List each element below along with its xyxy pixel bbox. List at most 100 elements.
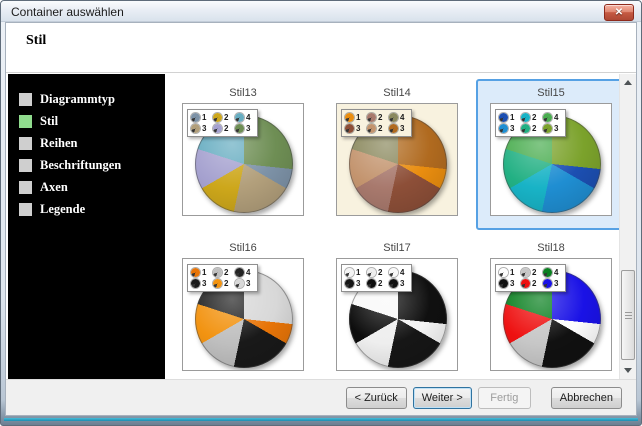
scrollbar-down-button[interactable] [620,362,636,379]
legend-value: 4 [246,268,250,277]
arrow-up-icon [624,80,632,85]
legend-entry: 4 [543,268,562,277]
legend-entry: 3 [191,124,210,133]
finish-button[interactable]: Fertig [478,387,531,409]
pie-slice-icon [191,279,200,288]
legend-entry: 3 [235,124,254,133]
legend-value: 2 [532,124,536,133]
legend-value: 3 [356,279,360,288]
legend-entry: 3 [389,124,408,133]
legend-value: 2 [532,113,536,122]
sidebar-item-legende[interactable]: Legende [8,198,165,220]
legend-entry: 3 [543,279,562,288]
inactive-step-icon [19,137,32,150]
pie-slice-icon [521,124,530,133]
pie-slice-icon [213,124,222,133]
style-tile-stil16[interactable]: Stil16124323 [168,234,318,379]
pie-slice-icon [499,279,508,288]
next-button[interactable]: Weiter > [413,387,472,409]
legend-entry: 2 [367,268,386,277]
pie-slice-icon [213,279,222,288]
pie-slice-icon [191,268,200,277]
style-gallery: Stil13124323Stil14124323Stil15124323 Sti… [165,74,619,379]
style-tile-stil15[interactable]: Stil15124323 [476,79,619,230]
pie-slice-icon [499,124,508,133]
chart-preview: 124323 [182,103,304,216]
title-bar[interactable]: Container auswählen ✕ [1,1,641,22]
legend-value: 3 [246,279,250,288]
sidebar-item-reihen[interactable]: Reihen [8,132,165,154]
close-button[interactable]: ✕ [604,4,634,21]
legend-entry: 1 [191,268,210,277]
cancel-button[interactable]: Abbrechen [551,387,622,409]
inactive-step-icon [19,181,32,194]
pie-slice-icon [235,113,244,122]
legend-value: 2 [224,124,228,133]
style-tile-stil17[interactable]: Stil17124323 [322,234,472,379]
sidebar-item-stil[interactable]: Stil [8,110,165,132]
sidebar-item-diagrammtyp[interactable]: Diagrammtyp [8,88,165,110]
sidebar-item-axen[interactable]: Axen [8,176,165,198]
legend-value: 3 [246,124,250,133]
scrollbar-up-button[interactable] [620,74,636,91]
pie-slice-icon [543,268,552,277]
pie-slice-icon [389,113,398,122]
legend-value: 1 [202,268,206,277]
legend-entry: 4 [235,268,254,277]
legend-entry: 4 [389,113,408,122]
pie-legend: 124323 [187,109,258,137]
legend-value: 3 [510,279,514,288]
sidebar-item-beschriftungen[interactable]: Beschriftungen [8,154,165,176]
back-button[interactable]: < Zurück [346,387,407,409]
pie-legend: 124323 [495,109,566,137]
legend-entry: 1 [499,113,518,122]
legend-row: 124 [499,267,562,278]
legend-entry: 2 [521,279,540,288]
legend-value: 3 [554,279,558,288]
legend-value: 1 [356,268,360,277]
legend-row: 323 [499,278,562,289]
pie-slice-icon [367,124,376,133]
style-tile-stil14[interactable]: Stil14124323 [322,79,472,230]
legend-row: 3 2 3 [499,123,562,134]
legend-entry: 3 [499,124,518,133]
inactive-step-icon [19,203,32,216]
chart-preview: 124323 [490,258,612,371]
sidebar-item-label: Legende [40,202,85,217]
pie-slice-icon [543,279,552,288]
pie-slice-icon [389,268,398,277]
legend-row: 323 [191,278,254,289]
pie-legend: 124323 [341,109,412,137]
legend-entry: 4 [389,268,408,277]
legend-row: 124 [499,112,562,123]
gallery-row-1: Stil13124323Stil14124323Stil15124323 [165,79,619,230]
legend-entry: 3 [389,279,408,288]
pie-slice-icon [543,113,552,122]
pie-legend: 124323 [495,264,566,292]
legend-row: 124 [345,267,408,278]
legend-value: 3 [554,124,558,133]
legend-value: 2 [224,113,228,122]
pie-slice-icon [389,279,398,288]
legend-row: 323 [345,123,408,134]
chart-preview: 124323 [182,258,304,371]
pie-slice-icon [521,268,530,277]
pie-slice-icon [389,124,398,133]
style-tile-title: Stil18 [478,242,619,254]
style-tile-stil18[interactable]: Stil18124323 [476,234,619,379]
legend-value: 3 [202,279,206,288]
pie-slice-icon [543,124,552,133]
scrollbar-thumb[interactable] [621,270,635,360]
style-tile-title: Stil17 [324,242,470,254]
legend-value: 2 [378,279,382,288]
legend-value: 1 [202,113,206,122]
legend-value: 3 [400,279,404,288]
legend-row: 124 [191,112,254,123]
inactive-step-icon [19,159,32,172]
sidebar-item-label: Reihen [40,136,78,151]
chart-preview: 124323 [336,258,458,371]
scrollbar-track[interactable] [620,91,636,362]
legend-value: 2 [378,113,382,122]
style-tile-stil13[interactable]: Stil13124323 [168,79,318,230]
vertical-scrollbar[interactable] [619,74,636,379]
